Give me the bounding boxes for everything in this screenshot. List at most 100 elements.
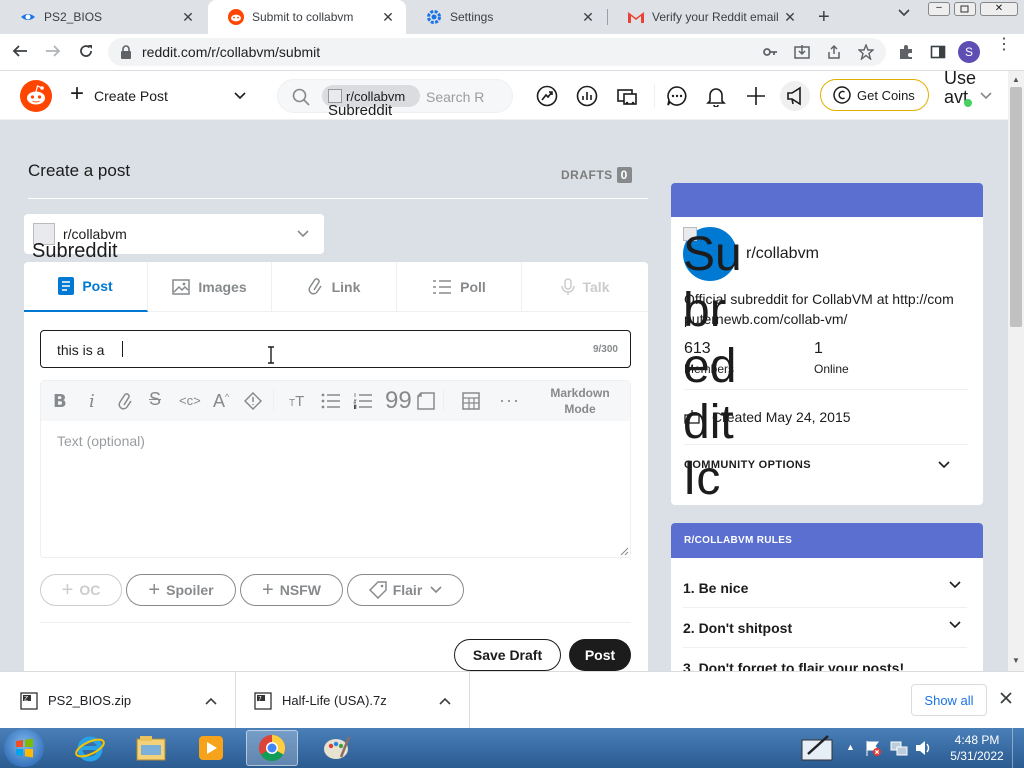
download-item[interactable]: 7 Half-Life (USA).7z xyxy=(236,672,470,729)
inline-code-icon[interactable]: <c> xyxy=(179,393,201,408)
title-input[interactable]: this is a 9/300 xyxy=(40,330,631,368)
reddit-logo-icon[interactable] xyxy=(20,80,52,112)
tab-settings[interactable]: Settings ✕ xyxy=(406,0,606,34)
new-tab-button[interactable]: + xyxy=(818,6,830,29)
create-post-dropdown[interactable]: + Create Post xyxy=(62,79,262,113)
tab-poll[interactable]: Poll xyxy=(397,262,522,312)
create-plus-icon[interactable] xyxy=(745,85,767,107)
volume-icon[interactable] xyxy=(914,739,932,757)
link-icon[interactable] xyxy=(117,392,135,410)
tablet-input-icon[interactable] xyxy=(800,734,834,762)
chrome-menu-icon[interactable]: ⋮ xyxy=(996,37,1012,53)
install-app-icon[interactable] xyxy=(794,44,810,60)
bold-icon[interactable]: B xyxy=(53,391,67,412)
internet-explorer-icon[interactable] xyxy=(64,730,116,766)
address-bar[interactable]: reddit.com/r/collabvm/submit xyxy=(108,38,886,66)
numbered-list-icon[interactable] xyxy=(353,393,373,409)
show-all-downloads-button[interactable]: Show all xyxy=(911,684,987,716)
search-bar[interactable]: r/collabvm Subreddit Icon Search R xyxy=(277,79,513,135)
forward-arrow-icon[interactable] xyxy=(45,43,61,59)
close-tab-icon[interactable]: ✕ xyxy=(180,9,196,26)
bulleted-list-icon[interactable] xyxy=(321,393,341,409)
table-icon[interactable] xyxy=(462,392,480,410)
tab-verify-reddit-email[interactable]: Verify your Reddit email a ✕ xyxy=(608,0,808,34)
drafts-button[interactable]: DRAFTS 0 xyxy=(561,167,632,183)
share-icon[interactable] xyxy=(826,44,842,60)
strikethrough-icon[interactable]: S xyxy=(149,389,161,410)
close-tab-icon[interactable]: ✕ xyxy=(380,9,396,26)
close-download-shelf-icon[interactable] xyxy=(999,691,1013,705)
scrollbar-thumb[interactable] xyxy=(1010,87,1022,327)
spoiler-icon[interactable] xyxy=(244,392,262,410)
markdown-mode-button[interactable]: Markdown Mode xyxy=(541,385,619,417)
back-arrow-icon[interactable] xyxy=(12,43,28,59)
reload-icon[interactable] xyxy=(78,43,94,59)
paint-icon[interactable] xyxy=(310,730,362,766)
community-options-toggle[interactable]: COMMUNITY OPTIONS xyxy=(684,445,968,485)
key-icon[interactable] xyxy=(762,44,778,60)
community-selector[interactable]: r/collabvm Subreddit Icon xyxy=(24,214,324,285)
search-input[interactable]: Search R xyxy=(426,89,484,105)
more-options-icon[interactable]: ··· xyxy=(499,390,520,411)
save-draft-button[interactable]: Save Draft xyxy=(454,639,561,671)
tab-search-icon[interactable] xyxy=(898,9,910,17)
user-menu[interactable]: Use avt xyxy=(940,68,1002,119)
code-block-icon[interactable] xyxy=(417,392,435,410)
italic-icon[interactable]: i xyxy=(89,391,95,412)
rule-item[interactable]: 3. Don't forget to flair your posts! xyxy=(683,648,967,671)
download-item[interactable]: Z PS2_BIOS.zip xyxy=(0,672,236,729)
superscript-icon[interactable]: A^ xyxy=(213,391,229,412)
file-explorer-icon[interactable] xyxy=(125,730,177,766)
advertise-megaphone-icon[interactable] xyxy=(780,81,810,111)
chevron-up-icon[interactable] xyxy=(439,697,451,705)
chevron-up-icon[interactable] xyxy=(205,697,217,705)
heading-icon[interactable]: TT xyxy=(289,393,304,410)
tab-images[interactable]: Images xyxy=(148,262,272,312)
moderation-icon[interactable] xyxy=(616,85,638,107)
window-close-button[interactable]: ✕ xyxy=(980,2,1018,16)
extensions-puzzle-icon[interactable] xyxy=(898,44,914,60)
action-center-flag-icon[interactable] xyxy=(864,739,882,757)
system-clock[interactable]: 4:48 PM 5/31/2022 xyxy=(944,732,1010,764)
body-text-area[interactable]: Text (optional) xyxy=(57,433,145,449)
rule-item[interactable]: 1. Be nice xyxy=(683,568,967,608)
lock-icon[interactable] xyxy=(120,45,132,59)
network-icon[interactable] xyxy=(890,739,908,757)
bookmark-star-icon[interactable] xyxy=(858,44,874,60)
tab-ps2-bios[interactable]: PS2_BIOS ✕ xyxy=(0,0,206,34)
tab-submit-to-collabvm[interactable]: Submit to collabvm ✕ xyxy=(208,0,406,34)
scroll-up-arrow-icon[interactable]: ▲ xyxy=(1012,75,1020,84)
quote-block-icon[interactable]: 99 xyxy=(385,387,412,415)
flair-button[interactable]: Flair xyxy=(347,574,464,606)
start-button[interactable] xyxy=(4,729,44,767)
media-player-icon[interactable] xyxy=(185,730,237,766)
maximize-button[interactable] xyxy=(954,2,976,16)
close-tab-icon[interactable]: ✕ xyxy=(782,9,798,26)
tab-talk[interactable]: Talk xyxy=(522,262,648,312)
show-desktop-button[interactable] xyxy=(1012,728,1024,768)
profile-avatar[interactable]: S xyxy=(958,41,980,63)
chat-icon[interactable] xyxy=(666,85,688,107)
close-tab-icon[interactable]: ✕ xyxy=(580,9,596,26)
show-hidden-icons-icon[interactable]: ▲ xyxy=(846,742,855,752)
nsfw-button[interactable]: + NSFW xyxy=(240,574,343,606)
chevron-down-icon xyxy=(980,92,992,100)
minimize-button[interactable]: – xyxy=(928,2,950,16)
side-panel-icon[interactable] xyxy=(930,44,946,60)
tab-link[interactable]: Link xyxy=(272,262,397,312)
link-icon xyxy=(308,277,332,296)
rule-item[interactable]: 2. Don't shitpost xyxy=(683,608,967,648)
chrome-taskbar-icon[interactable] xyxy=(246,730,298,766)
page-scrollbar[interactable]: ▲ ▼ xyxy=(1008,71,1024,671)
scroll-down-arrow-icon[interactable]: ▼ xyxy=(1012,656,1020,665)
stats-icon[interactable] xyxy=(576,85,598,107)
resize-handle-icon[interactable] xyxy=(620,547,629,556)
tab-post[interactable]: Post xyxy=(24,262,148,312)
spoiler-button[interactable]: + Spoiler xyxy=(126,574,236,606)
notification-bell-icon[interactable] xyxy=(705,85,727,107)
post-submit-button[interactable]: Post xyxy=(569,639,631,671)
popular-icon[interactable] xyxy=(536,85,558,107)
oc-button[interactable]: + OC xyxy=(40,574,122,606)
get-coins-button[interactable]: Get Coins xyxy=(820,79,929,111)
sidebar-community-name[interactable]: r/collabvm xyxy=(746,245,819,263)
